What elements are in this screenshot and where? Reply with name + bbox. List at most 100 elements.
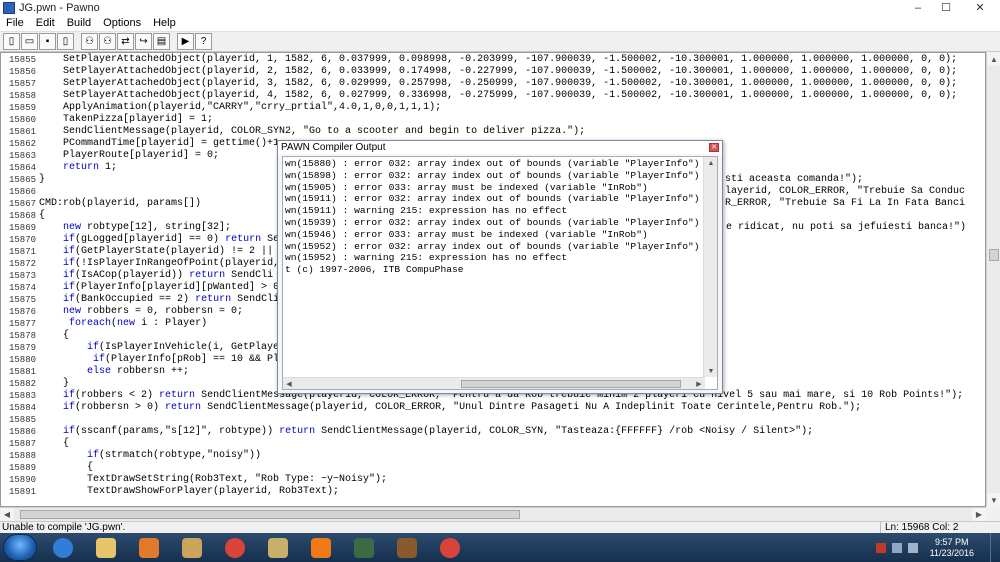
code-line[interactable]: SetPlayerAttachedObject(playerid, 3, 158…: [39, 78, 957, 90]
menu-edit[interactable]: Edit: [30, 17, 61, 29]
scroll-left-icon[interactable]: ◀: [0, 508, 14, 521]
compiler-message[interactable]: wn(15905) : error 033: array must be ind…: [285, 182, 648, 194]
menu-file[interactable]: File: [0, 17, 30, 29]
code-line[interactable]: if(PlayerInfo[pRob] == 10 && Pl: [39, 354, 279, 366]
code-line[interactable]: if(!IsPlayerInRangeOfPoint(playerid,: [39, 258, 279, 270]
compiler-message[interactable]: wn(15952) : error 032: array index out o…: [285, 241, 700, 253]
code-line[interactable]: {: [39, 462, 93, 474]
scroll-thumb[interactable]: [20, 510, 520, 519]
network-warning-icon[interactable]: [875, 542, 886, 553]
code-line[interactable]: if(IsPlayerInVehicle(i, GetPlaye: [39, 342, 279, 354]
open-file-button[interactable]: ▭: [21, 33, 38, 50]
close-file-button[interactable]: ▯: [57, 33, 74, 50]
new-file-button[interactable]: ▯: [3, 33, 20, 50]
compiler-message[interactable]: t (c) 1997-2006, ITB CompuPhase: [285, 264, 463, 276]
code-line[interactable]: foreach(new i : Player): [39, 318, 207, 330]
xampp-app[interactable]: [304, 535, 338, 561]
compiler-message[interactable]: wn(15911) : error 032: array index out o…: [285, 193, 700, 205]
speaker-icon[interactable]: [907, 542, 918, 553]
code-line[interactable]: ApplyAnimation(playerid,"CARRY","crry_pr…: [39, 102, 441, 114]
code-line[interactable]: }: [39, 378, 69, 390]
scroll-thumb[interactable]: [989, 249, 999, 261]
code-line[interactable]: if(GetPlayerState(playerid) != 2 ||: [39, 246, 273, 258]
minimize-button[interactable]: –: [904, 0, 932, 15]
paint-app[interactable]: [175, 535, 209, 561]
replace-button[interactable]: ⇄: [117, 33, 134, 50]
compiler-message[interactable]: wn(15939) : error 032: array index out o…: [285, 217, 700, 229]
code-line[interactable]: if(sscanf(params,"s[12]", robtype)) retu…: [39, 426, 813, 438]
start-button[interactable]: [3, 534, 37, 561]
editor-horizontal-scrollbar[interactable]: ◀ ▶: [0, 507, 986, 521]
chrome-app-2[interactable]: [433, 535, 467, 561]
menu-help[interactable]: Help: [147, 17, 182, 29]
functions-button[interactable]: ▤: [153, 33, 170, 50]
code-line-fragment[interactable]: sti aceasta comanda!");: [725, 174, 863, 186]
code-line[interactable]: {: [39, 330, 69, 342]
dialog-horizontal-scrollbar[interactable]: ◀ ▶: [283, 377, 705, 389]
code-line-fragment[interactable]: R_ERROR, "Trebuie Sa Fi La In Fata Banci: [725, 198, 965, 210]
code-line[interactable]: if(gLogged[playerid] == 0) return Se: [39, 234, 279, 246]
flag-icon[interactable]: [891, 542, 902, 553]
pawno-app[interactable]: [347, 535, 381, 561]
scroll-right-icon[interactable]: ▶: [693, 378, 705, 389]
code-line[interactable]: {: [39, 210, 45, 222]
code-line[interactable]: SetPlayerAttachedObject(playerid, 4, 158…: [39, 90, 957, 102]
dialog-vertical-scrollbar[interactable]: ▲ ▼: [703, 157, 717, 377]
code-line[interactable]: new robbers = 0, robbersn = 0;: [39, 306, 243, 318]
goto-button[interactable]: ↪: [135, 33, 152, 50]
compiler-message[interactable]: wn(15952) : warning 215: expression has …: [285, 252, 567, 264]
compiler-message[interactable]: wn(15880) : error 032: array index out o…: [285, 158, 700, 170]
compiler-message[interactable]: wn(15946) : error 033: array must be ind…: [285, 229, 648, 241]
code-line[interactable]: {: [39, 438, 69, 450]
code-line[interactable]: SendClientMessage(playerid, COLOR_SYN2, …: [39, 126, 585, 138]
code-line[interactable]: if(strmatch(robtype,"noisy")): [39, 450, 261, 462]
compiler-output-list[interactable]: ▲ ▼ ◀ ▶ wn(15880) : error 032: array ind…: [282, 156, 718, 390]
code-line-fragment[interactable]: e ridicat, nu poti sa jefuiesti banca!"): [726, 222, 966, 234]
code-line[interactable]: SetPlayerAttachedObject(playerid, 2, 158…: [39, 66, 957, 78]
code-line[interactable]: }: [39, 174, 45, 186]
code-line[interactable]: if(BankOccupied == 2) return SendCli: [39, 294, 279, 306]
scroll-down-icon[interactable]: ▼: [987, 493, 1000, 507]
ie-app[interactable]: [46, 535, 80, 561]
scroll-up-icon[interactable]: ▲: [987, 52, 1000, 66]
editor-vertical-scrollbar[interactable]: ▲ ▼: [986, 52, 1000, 507]
scroll-thumb[interactable]: [461, 380, 681, 388]
show-desktop-button[interactable]: [990, 533, 1000, 562]
code-line[interactable]: if(robbersn > 0) return SendClientMessag…: [39, 402, 861, 414]
code-line[interactable]: SetPlayerAttachedObject(playerid, 1, 158…: [39, 54, 957, 66]
code-line[interactable]: else robbersn ++;: [39, 366, 189, 378]
code-line[interactable]: TextDrawShowForPlayer(playerid, Rob3Text…: [39, 486, 339, 498]
media-player-app[interactable]: [132, 535, 166, 561]
save-file-button[interactable]: ▪: [39, 33, 56, 50]
explorer-app[interactable]: [89, 535, 123, 561]
scroll-right-icon[interactable]: ▶: [972, 508, 986, 521]
scroll-left-icon[interactable]: ◀: [283, 378, 295, 389]
dialog-close-icon[interactable]: ✕: [709, 143, 719, 152]
compiler-message[interactable]: wn(15898) : error 032: array index out o…: [285, 170, 700, 182]
code-line[interactable]: new robtype[12], string[32];: [39, 222, 231, 234]
compile-button[interactable]: ▶: [177, 33, 194, 50]
code-line-fragment[interactable]: layerid, COLOR_ERROR, "Trebuie Sa Conduc: [725, 186, 965, 198]
code-line[interactable]: CMD:rob(playerid, params[]): [39, 198, 201, 210]
find-next-button[interactable]: ⚇: [99, 33, 116, 50]
code-line[interactable]: PCommandTime[playerid] = gettime()+1: [39, 138, 279, 150]
code-line[interactable]: return 1;: [39, 162, 117, 174]
code-line[interactable]: TakenPizza[playerid] = 1;: [39, 114, 213, 126]
chess-app[interactable]: [261, 535, 295, 561]
clock[interactable]: 9:57 PM 11/23/2016: [930, 537, 974, 559]
menu-build[interactable]: Build: [61, 17, 97, 29]
scroll-up-icon[interactable]: ▲: [704, 157, 717, 169]
game-app[interactable]: [390, 535, 424, 561]
find-button[interactable]: ⚇: [81, 33, 98, 50]
menu-options[interactable]: Options: [97, 17, 147, 29]
code-line[interactable]: TextDrawSetString(Rob3Text, "Rob Type: ~…: [39, 474, 387, 486]
scroll-down-icon[interactable]: ▼: [704, 365, 717, 377]
close-button[interactable]: ✕: [960, 0, 1000, 15]
code-line[interactable]: if(IsACop(playerid)) return SendCli: [39, 270, 273, 282]
help-button[interactable]: ?: [195, 33, 212, 50]
compiler-message[interactable]: wn(15911) : warning 215: expression has …: [285, 205, 567, 217]
code-line[interactable]: PlayerRoute[playerid] = 0;: [39, 150, 219, 162]
chrome-app[interactable]: [218, 535, 252, 561]
maximize-button[interactable]: ☐: [932, 0, 960, 15]
code-line[interactable]: if(PlayerInfo[playerid][pWanted] > 0: [39, 282, 279, 294]
